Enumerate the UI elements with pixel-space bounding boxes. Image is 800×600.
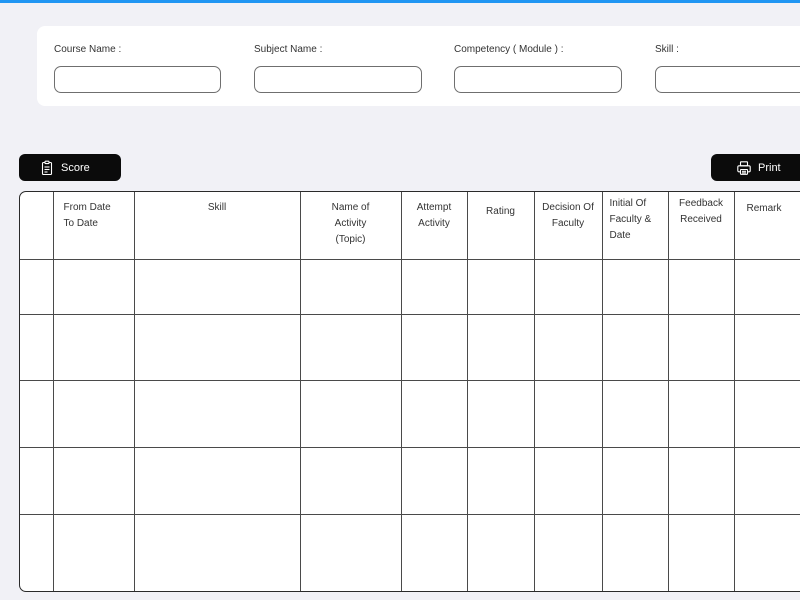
table-cell[interactable] [52,258,135,315]
col-header-remark: Remark [733,192,800,260]
col-header-from-date: From Date To Date [52,192,135,260]
print-button-label: Print [758,161,781,174]
score-button[interactable]: Score [19,154,121,181]
col-header-initial-faculty-date: Initial Of Faculty & Date [601,192,669,260]
table-cell[interactable] [133,379,301,448]
table-cell[interactable] [20,379,54,448]
course-name-input[interactable] [54,66,221,93]
table-cell[interactable] [733,313,800,381]
table-cell[interactable] [20,446,54,515]
table-cell[interactable] [733,258,800,315]
score-button-label: Score [61,161,90,174]
subject-name-field-group: Subject Name : [254,43,322,57]
table-cell[interactable] [601,313,669,381]
table-cell[interactable] [133,258,301,315]
table-cell[interactable] [299,379,402,448]
table-cell[interactable] [52,446,135,515]
clipboard-icon [39,160,55,176]
table-cell[interactable] [733,379,800,448]
course-name-label: Course Name : [54,44,122,55]
table-cell[interactable] [133,513,301,591]
competency-label: Competency ( Module ) : [454,44,564,55]
table-row [20,379,800,448]
competency-field-group: Competency ( Module ) : [454,43,564,57]
table-cell[interactable] [667,313,735,381]
skill-field-group: Skill : [655,43,679,57]
col-header-index [20,192,54,260]
col-header-attempt-activity: Attempt Activity [400,192,468,260]
table-row [20,258,800,315]
table-cell[interactable] [299,313,402,381]
table-cell[interactable] [20,258,54,315]
table-cell[interactable] [601,379,669,448]
table-row [20,313,800,381]
table-cell[interactable] [400,313,468,381]
course-name-field-group: Course Name : [54,43,121,57]
subject-name-label: Subject Name : [254,44,323,55]
table-cell[interactable] [52,513,135,591]
subject-name-input[interactable] [254,66,422,93]
table-cell[interactable] [533,446,603,515]
table-cell[interactable] [667,446,735,515]
col-header-skill: Skill [133,192,301,260]
filter-panel: Course Name : Subject Name : Competency … [37,26,800,106]
activity-table: From Date To Date Skill Name of Activity… [19,191,800,592]
table-cell[interactable] [466,258,535,315]
table-row [20,513,800,591]
printer-icon [736,160,752,176]
table-cell[interactable] [299,513,402,591]
table-cell[interactable] [466,446,535,515]
table-cell[interactable] [533,313,603,381]
table-cell[interactable] [299,446,402,515]
table-cell[interactable] [299,258,402,315]
table-cell[interactable] [533,258,603,315]
col-header-feedback: Feedback Received [667,192,735,260]
table-cell[interactable] [20,513,54,591]
table-cell[interactable] [601,258,669,315]
table-cell[interactable] [533,513,603,591]
col-header-rating: Rating [466,192,535,260]
skill-input[interactable] [655,66,800,93]
table-cell[interactable] [733,513,800,591]
table-row [20,446,800,515]
table-cell[interactable] [601,446,669,515]
table-cell[interactable] [400,258,468,315]
table-cell[interactable] [400,379,468,448]
table-cell[interactable] [466,313,535,381]
table-cell[interactable] [733,446,800,515]
table-cell[interactable] [667,379,735,448]
skill-label: Skill : [655,44,679,55]
print-button[interactable]: Print [711,154,800,181]
table-cell[interactable] [400,513,468,591]
table-cell[interactable] [533,379,603,448]
table-cell[interactable] [667,258,735,315]
competency-input[interactable] [454,66,622,93]
table-cell[interactable] [52,379,135,448]
table-cell[interactable] [601,513,669,591]
table-cell[interactable] [133,313,301,381]
top-accent-bar [0,0,800,3]
table-cell[interactable] [133,446,301,515]
col-header-activity-name: Name of Activity (Topic) [299,192,402,260]
table-cell[interactable] [667,513,735,591]
table-cell[interactable] [52,313,135,381]
col-header-decision: Decision Of Faculty [533,192,603,260]
table-cell[interactable] [400,446,468,515]
table-cell[interactable] [466,513,535,591]
table-cell[interactable] [20,313,54,381]
table-cell[interactable] [466,379,535,448]
